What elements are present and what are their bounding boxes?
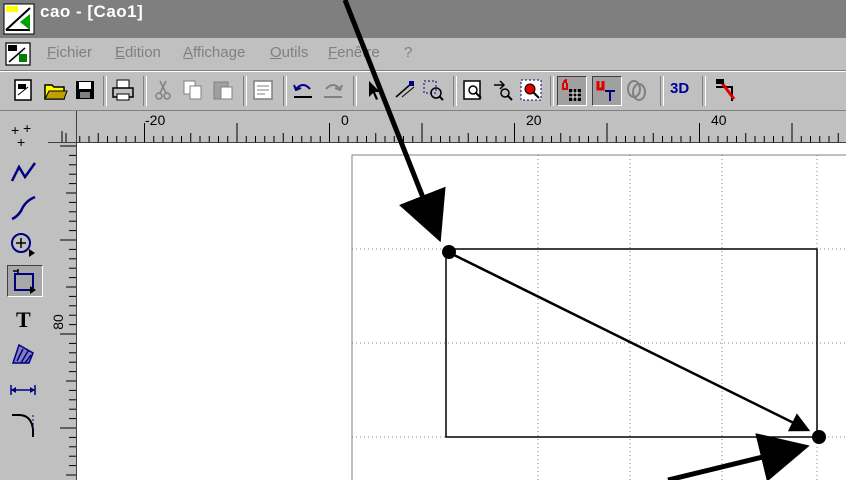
ruler-corner (48, 111, 77, 143)
menu-help-label: ? (404, 44, 413, 61)
toolbar-separator (660, 76, 664, 106)
hatch-tool-icon[interactable] (7, 339, 41, 369)
curve-tool-icon[interactable] (7, 193, 41, 223)
page-border (351, 154, 846, 480)
fillet-tool-icon[interactable] (7, 409, 41, 439)
menu-help[interactable]: ? (404, 44, 412, 61)
title-bar[interactable]: cao - [Cao1] (0, 0, 846, 38)
app-icon[interactable] (2, 2, 36, 36)
menu-outils-label: Outils (270, 44, 309, 61)
text-tool-icon[interactable]: T (7, 303, 41, 333)
menu-fenetre[interactable]: Fenêtre (328, 44, 380, 61)
menu-bar: Fichier Edition Affichage Outils Fenêtre… (0, 38, 846, 71)
save-icon[interactable] (72, 77, 98, 103)
open-folder-icon[interactable] (42, 77, 68, 103)
dimension-tool-icon[interactable] (7, 375, 41, 405)
hruler-label-neg20: -20 (145, 112, 166, 128)
window-title: cao - [Cao1] (40, 2, 144, 21)
magnet-point-icon[interactable] (592, 76, 622, 106)
drawing-canvas[interactable] (77, 143, 846, 480)
menu-outils[interactable]: Outils (270, 44, 308, 61)
menu-fichier[interactable]: Fichier (47, 44, 92, 61)
zoom-pan-icon[interactable] (490, 77, 516, 103)
properties-icon[interactable] (250, 77, 276, 103)
toolbar-separator (103, 76, 107, 106)
zoom-all-icon[interactable] (518, 77, 544, 103)
hruler-label-0: 0 (341, 112, 349, 128)
vertical-ruler[interactable]: 80 (48, 142, 77, 480)
cao-window: cao - [Cao1] Fichier Edition Affichage O… (0, 0, 846, 480)
toolbar-separator (550, 76, 554, 106)
toolbar-separator (453, 76, 457, 106)
menu-fichier-label: Fichier (47, 44, 93, 61)
menu-edition-label: Edition (115, 44, 161, 61)
paste-icon[interactable] (210, 77, 236, 103)
toolbar-separator (702, 76, 706, 106)
undo-icon[interactable] (290, 77, 316, 103)
vruler-label-80: 80 (49, 314, 66, 330)
rectangle-tool-icon[interactable] (7, 265, 43, 297)
menu-fenetre-label: Fenêtre (328, 44, 380, 61)
redo-icon[interactable] (320, 77, 346, 103)
select-node-icon[interactable] (392, 77, 418, 103)
points-tool-icon[interactable]: + + + (7, 120, 41, 151)
hruler-label-40: 40 (711, 112, 727, 128)
toolbar-separator (353, 76, 357, 106)
link-icon[interactable] (623, 77, 649, 103)
svg-text:+: + (17, 134, 25, 150)
toolbar-separator (143, 76, 147, 106)
select-arrow-icon[interactable] (360, 77, 386, 103)
color-icon[interactable] (712, 77, 738, 103)
copy-icon[interactable] (180, 77, 206, 103)
print-icon[interactable] (110, 77, 136, 103)
menu-affichage[interactable]: Affichage (183, 44, 245, 61)
text-tool-label: T (16, 307, 31, 332)
polyline-tool-icon[interactable] (7, 157, 41, 187)
drawn-rectangle (445, 248, 818, 438)
new-doc-icon[interactable] (10, 77, 36, 103)
circle-tool-icon[interactable] (7, 229, 41, 259)
3d-view-button[interactable]: 3D (670, 80, 689, 97)
zoom-window-icon[interactable] (420, 77, 446, 103)
toolbar: 3D (0, 71, 846, 112)
cut-icon[interactable] (150, 77, 176, 103)
magnet-grid-icon[interactable] (557, 76, 587, 106)
hruler-label-20: 20 (526, 112, 542, 128)
toolbar-separator (283, 76, 287, 106)
menu-affichage-label: Affichage (183, 44, 246, 61)
tool-palette: + + + T (0, 111, 49, 480)
toolbar-separator (243, 76, 247, 106)
zoom-page-icon[interactable] (460, 77, 486, 103)
horizontal-ruler[interactable]: -20 0 20 40 (48, 111, 846, 143)
menu-edition[interactable]: Edition (115, 44, 161, 61)
grid (352, 155, 846, 480)
document-icon[interactable] (5, 42, 31, 66)
